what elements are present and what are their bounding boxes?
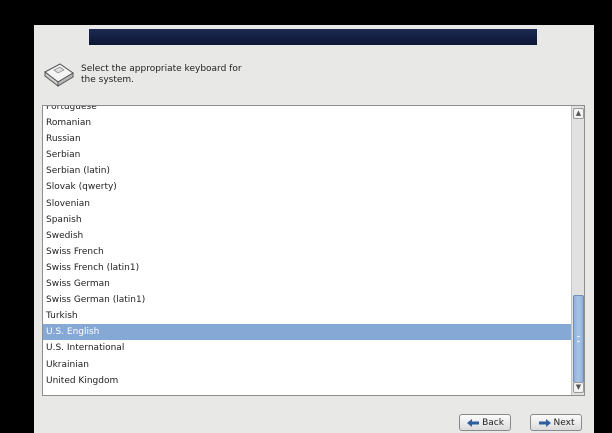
keyboard-list-item[interactable]: Swiss French (latin1) bbox=[43, 260, 571, 276]
keyboard-list-item[interactable]: Turkish bbox=[43, 308, 571, 324]
keyboard-list-item[interactable]: Swiss German bbox=[43, 276, 571, 292]
keyboard-list-item[interactable]: U.S. International bbox=[43, 340, 571, 356]
keyboard-list-item[interactable]: Swiss French bbox=[43, 244, 571, 260]
back-button-label: Back bbox=[482, 417, 504, 428]
keyboard-icon bbox=[44, 63, 74, 88]
keyboard-list-item[interactable]: Serbian (latin) bbox=[43, 163, 571, 179]
keyboard-list-item[interactable]: Russian bbox=[43, 131, 571, 147]
keyboard-list-item[interactable]: Swiss German (latin1) bbox=[43, 292, 571, 308]
scrollbar-thumb[interactable] bbox=[573, 295, 584, 383]
keyboard-list-item[interactable]: Serbian bbox=[43, 147, 571, 163]
keyboard-list-item[interactable]: Slovenian bbox=[43, 196, 571, 212]
keyboard-list-item[interactable]: Romanian bbox=[43, 115, 571, 131]
keyboard-list-item[interactable]: Portuguese bbox=[43, 106, 571, 115]
vertical-scrollbar[interactable]: ▲ ▼ bbox=[571, 106, 584, 395]
installer-window: Select the appropriate keyboard for the … bbox=[34, 25, 594, 433]
next-button-label: Next bbox=[553, 417, 575, 428]
keyboard-list-item[interactable]: U.S. English bbox=[43, 324, 571, 341]
keyboard-list-items[interactable]: Portuguese Romanian Russian Serbian Serbian … bbox=[43, 106, 571, 395]
keyboard-list-item[interactable]: United Kingdom bbox=[43, 373, 571, 389]
keyboard-list-item[interactable]: Ukrainian bbox=[43, 357, 571, 373]
scroll-up-button[interactable]: ▲ bbox=[573, 108, 584, 119]
next-arrow-icon bbox=[538, 418, 551, 427]
back-button[interactable]: Back bbox=[459, 414, 511, 431]
keyboard-list-item[interactable]: Swedish bbox=[43, 228, 571, 244]
keyboard-prompt: Select the appropriate keyboard for the … bbox=[81, 64, 242, 85]
keyboard-list[interactable]: Portuguese Romanian Russian Serbian Serbian … bbox=[42, 105, 585, 396]
scroll-down-button[interactable]: ▼ bbox=[573, 382, 584, 393]
back-arrow-icon bbox=[467, 418, 480, 427]
keyboard-list-item[interactable]: Slovak (qwerty) bbox=[43, 179, 571, 195]
header-banner bbox=[89, 29, 537, 45]
next-button[interactable]: Next bbox=[530, 414, 582, 431]
scrollbar-grip bbox=[577, 336, 580, 342]
keyboard-list-item[interactable]: Spanish bbox=[43, 212, 571, 228]
